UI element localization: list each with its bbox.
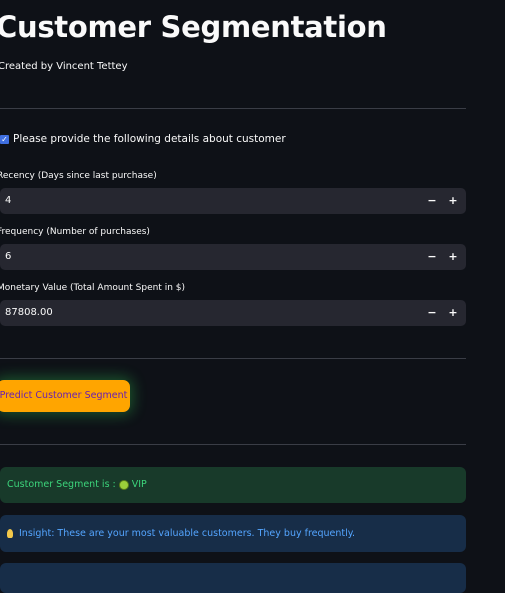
page-title: Customer Segmentation bbox=[0, 10, 387, 44]
recency-value[interactable]: 4 bbox=[5, 188, 11, 214]
recency-label: Recency (Days since last purchase) bbox=[0, 171, 157, 181]
monetary-increment-button[interactable]: + bbox=[443, 300, 463, 326]
form-prompt: ✓ Please provide the following details a… bbox=[0, 133, 286, 145]
frequency-value[interactable]: 6 bbox=[5, 244, 11, 270]
lightbulb-icon bbox=[7, 529, 13, 538]
info-alert bbox=[0, 563, 466, 593]
money-face-icon bbox=[118, 480, 129, 490]
checkbox-icon: ✓ bbox=[0, 134, 9, 144]
insight-alert: Insight: These are your most valuable cu… bbox=[0, 515, 466, 552]
recency-decrement-button[interactable]: − bbox=[422, 188, 442, 214]
recency-input[interactable]: 4 − + bbox=[0, 188, 466, 214]
recency-increment-button[interactable]: + bbox=[443, 188, 463, 214]
frequency-input[interactable]: 6 − + bbox=[0, 244, 466, 270]
monetary-label: Monetary Value (Total Amount Spent in $) bbox=[0, 283, 185, 293]
segment-result-alert: Customer Segment is : VIP bbox=[0, 467, 466, 503]
frequency-label: Frequency (Number of purchases) bbox=[0, 227, 150, 237]
segment-result-value: VIP bbox=[131, 479, 147, 490]
frequency-decrement-button[interactable]: − bbox=[422, 244, 442, 270]
predict-button[interactable]: Predict Customer Segment bbox=[0, 380, 130, 412]
monetary-decrement-button[interactable]: − bbox=[422, 300, 442, 326]
divider bbox=[0, 444, 466, 445]
monetary-value[interactable]: 87808.00 bbox=[5, 300, 53, 326]
segment-result-label: Customer Segment is : bbox=[7, 479, 116, 490]
monetary-input[interactable]: 87808.00 − + bbox=[0, 300, 466, 326]
form-prompt-text: Please provide the following details abo… bbox=[13, 133, 286, 145]
author-credit: Created by Vincent Tettey bbox=[0, 61, 128, 72]
divider bbox=[0, 358, 466, 359]
insight-text: Insight: These are your most valuable cu… bbox=[19, 528, 356, 539]
divider bbox=[0, 108, 466, 109]
frequency-increment-button[interactable]: + bbox=[443, 244, 463, 270]
